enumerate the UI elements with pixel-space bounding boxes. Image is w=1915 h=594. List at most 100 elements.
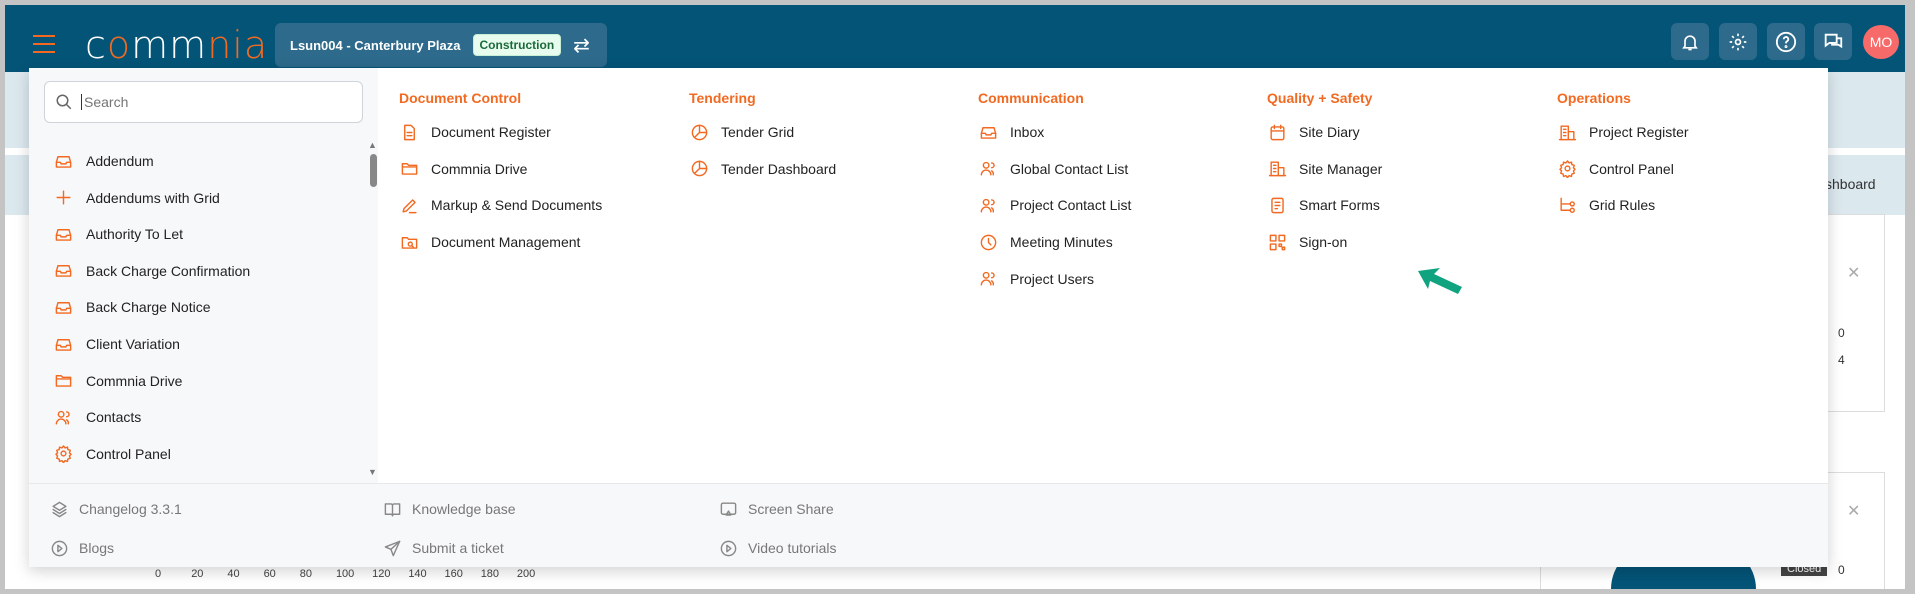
- axis-tick-label: 100: [335, 568, 355, 580]
- menu-item[interactable]: Project Users: [978, 260, 1131, 297]
- menu-item[interactable]: Global Contact List: [978, 151, 1131, 188]
- sidebar-item-label: Back Charge Confirmation: [86, 262, 251, 279]
- footer-link[interactable]: Screen Share: [718, 499, 834, 519]
- sidebar-item-label: Client Variation: [86, 336, 180, 352]
- card-value: 0: [1838, 326, 1845, 340]
- pie-icon: [689, 122, 709, 142]
- close-icon[interactable]: ✕: [1847, 501, 1860, 521]
- menu-item-label: Site Manager: [1299, 160, 1383, 177]
- menu-item[interactable]: Markup & Send Documents: [399, 187, 602, 224]
- annotation-arrow-icon: [1418, 268, 1462, 294]
- swap-icon[interactable]: ⇄: [573, 33, 590, 58]
- notifications-button[interactable]: [1671, 23, 1709, 60]
- menu-item-label: Tender Grid: [721, 124, 795, 141]
- menu-item[interactable]: Tender Grid: [689, 114, 836, 151]
- chart-axis-ticks: 0 20 40 60 80 100 120 140 160 180 200: [155, 568, 553, 580]
- menu-item-label: Tender Dashboard: [721, 160, 837, 177]
- axis-tick-label: 140: [408, 568, 427, 580]
- menu-item-label: Smart Forms: [1299, 197, 1380, 214]
- menu-item-label: Control Panel: [1589, 160, 1674, 177]
- sidebar-item[interactable]: Addendums with Grid: [53, 188, 220, 208]
- sidebar-item-label: Contacts: [86, 409, 142, 426]
- menu-item[interactable]: Control Panel: [1557, 151, 1689, 188]
- axis-tick-label: 20: [191, 568, 204, 580]
- search-input[interactable]: [81, 94, 351, 110]
- hamburger-menu-icon[interactable]: [33, 35, 55, 53]
- menu-item[interactable]: Grid Rules: [1557, 187, 1689, 224]
- search-box[interactable]: [44, 81, 363, 123]
- layers-icon: [49, 499, 69, 519]
- menu-item[interactable]: Document Management: [399, 224, 602, 261]
- menu-column: Quality + Safety Site Diary Site Manager Sm…: [1267, 90, 1382, 267]
- footer-link-label: Video tutorials: [748, 540, 837, 556]
- sidebar-item[interactable]: Create New Project: [53, 480, 207, 481]
- menu-item-label: Commnia Drive: [431, 160, 528, 177]
- sidebar-item[interactable]: Back Charge Notice: [53, 297, 211, 317]
- menu-item[interactable]: Site Manager: [1267, 151, 1382, 188]
- menu-item[interactable]: Project Register: [1557, 114, 1689, 151]
- menu-item[interactable]: Sign-on: [1267, 224, 1382, 261]
- column-heading: Quality + Safety: [1267, 90, 1373, 106]
- axis-tick-label: 200: [516, 568, 536, 580]
- menu-item-label: Sign-on: [1299, 234, 1348, 251]
- folder-icon: [399, 159, 419, 179]
- scroll-down-icon[interactable]: ▼: [368, 467, 377, 477]
- close-icon[interactable]: ✕: [1847, 263, 1860, 283]
- menu-item[interactable]: Commnia Drive: [399, 151, 602, 188]
- menu-column: Tendering Tender Grid Tender Dashboard: [689, 90, 836, 194]
- plus-icon: [53, 480, 73, 481]
- menu-item[interactable]: Site Diary: [1267, 114, 1382, 151]
- footer-link[interactable]: Submit a ticket: [382, 538, 504, 558]
- qr-icon: [1267, 232, 1287, 252]
- sidebar-item[interactable]: Authority To Let: [53, 224, 183, 244]
- chat-button[interactable]: [1814, 23, 1852, 60]
- menu-item[interactable]: Smart Forms: [1267, 187, 1382, 224]
- search-icon: [56, 94, 72, 110]
- phase-badge: Construction: [472, 34, 562, 56]
- sidebar-item[interactable]: Client Variation: [53, 334, 180, 354]
- menu-item-label: Meeting Minutes: [1010, 234, 1113, 251]
- send-icon: [382, 538, 402, 558]
- form-icon: [1267, 195, 1287, 215]
- clock-icon: [978, 232, 998, 252]
- scrollbar[interactable]: [366, 138, 376, 483]
- column-heading: Document Control: [399, 90, 522, 106]
- commnia-logo[interactable]: commnia: [85, 23, 268, 67]
- menu-item[interactable]: Meeting Minutes: [978, 224, 1131, 261]
- menu-footer: Changelog 3.3.1 Knowledge base Screen Shar…: [29, 483, 1828, 567]
- user-avatar[interactable]: MO: [1863, 25, 1899, 59]
- sidebar-item[interactable]: Addendum: [53, 151, 154, 171]
- sidebar-item[interactable]: Contacts: [53, 407, 141, 427]
- project-selector[interactable]: Lsun004 - Canterbury Plaza Construction …: [275, 23, 607, 67]
- chat-icon: [1824, 33, 1843, 48]
- footer-link[interactable]: Video tutorials: [718, 538, 836, 558]
- menu-item[interactable]: Inbox: [978, 114, 1131, 151]
- card-value: 0: [1838, 563, 1845, 577]
- axis-tick-label: 40: [227, 568, 240, 580]
- menu-column: Communication Inbox Global Contact List Pro…: [978, 90, 1131, 304]
- settings-button[interactable]: [1719, 23, 1757, 60]
- axis-tick-label: 0: [155, 568, 162, 580]
- menu-item[interactable]: Tender Dashboard: [689, 151, 836, 188]
- app-window: commnia Lsun004 - Canterbury Plaza Const…: [5, 5, 1905, 589]
- menu-item[interactable]: Project Contact List: [978, 187, 1131, 224]
- help-button[interactable]: [1767, 23, 1805, 60]
- menu-item-label: Site Diary: [1299, 124, 1360, 141]
- sidebar-item-label: Addendums with Grid: [86, 189, 220, 206]
- footer-link[interactable]: Changelog 3.3.1: [49, 499, 182, 519]
- sidebar-item[interactable]: Back Charge Confirmation: [53, 261, 250, 281]
- footer-link[interactable]: Knowledge base: [382, 499, 516, 519]
- footer-link[interactable]: Blogs: [49, 538, 114, 558]
- top-bar: commnia Lsun004 - Canterbury Plaza Const…: [5, 5, 1905, 72]
- folder-search-icon: [399, 232, 419, 252]
- dashboard-tab[interactable]: shboard: [1825, 176, 1876, 192]
- sidebar-item[interactable]: Control Panel: [53, 444, 171, 464]
- plus-icon: [53, 188, 73, 208]
- axis-tick-label: 160: [444, 568, 463, 580]
- menu-item[interactable]: Document Register: [399, 114, 602, 151]
- project-name: Lsun004 - Canterbury Plaza: [290, 37, 461, 53]
- scroll-up-icon[interactable]: ▲: [368, 140, 377, 150]
- scrollbar-thumb[interactable]: [370, 154, 377, 187]
- grid-rules-icon: [1557, 195, 1577, 215]
- sidebar-item[interactable]: Commnia Drive: [53, 371, 182, 391]
